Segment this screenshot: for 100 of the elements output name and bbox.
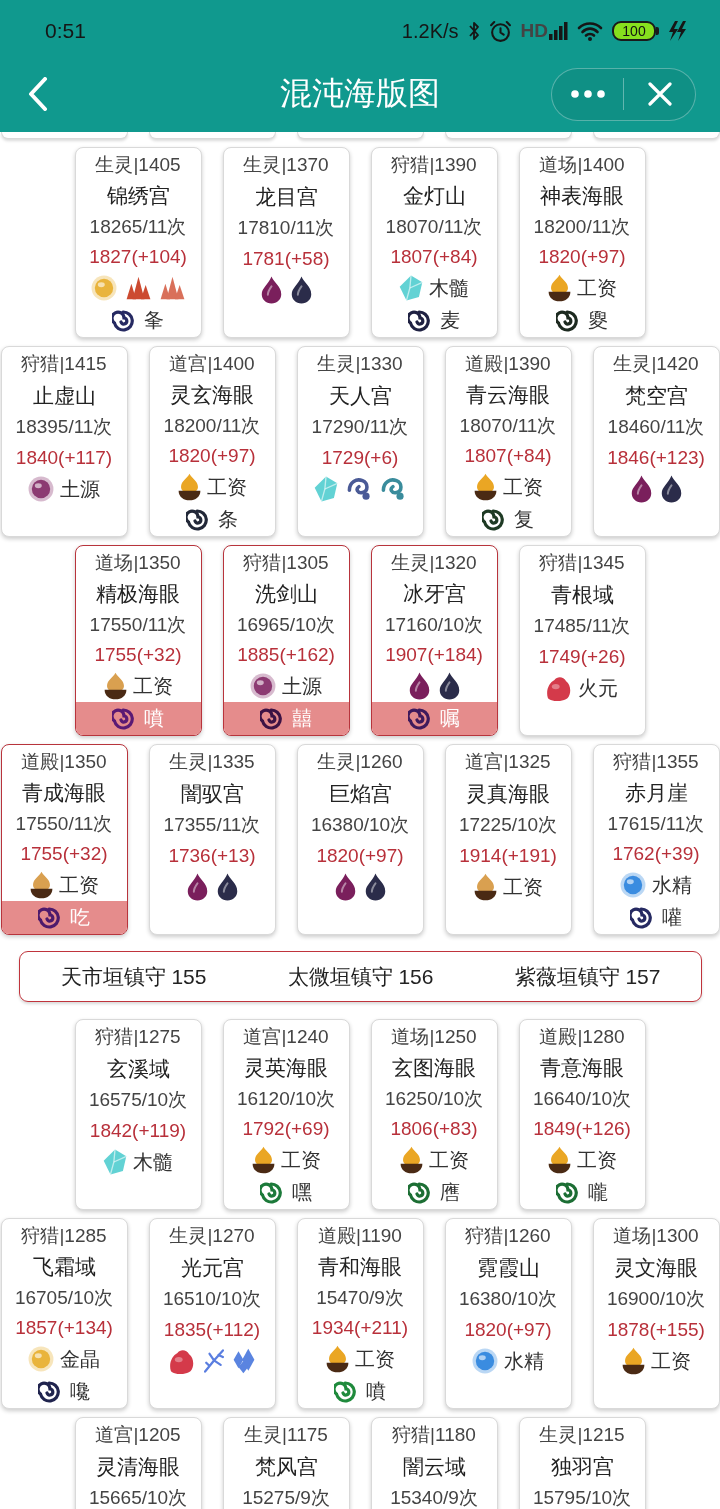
power-value: 1807(+84) <box>390 246 478 269</box>
score-count: 16510/10次 <box>162 1286 262 1311</box>
type-level-label: 狩猎|1305 <box>243 551 329 575</box>
flame-icon <box>186 873 208 901</box>
power-value: 1835(+112) <box>163 1318 261 1341</box>
reward-label: 工资 <box>576 1147 617 1173</box>
coil-icon <box>347 477 372 501</box>
score-count: 16120/10次 <box>236 1086 336 1111</box>
type-level-label: 生灵|1330 <box>317 353 403 376</box>
score-count: 17550/11次 <box>89 612 187 637</box>
type-level-label: 狩猎|1415 <box>21 353 107 376</box>
power-value: 1736(+13) <box>168 844 256 867</box>
crystal-icon <box>314 476 338 502</box>
network-speed: 1.2K/s <box>401 19 459 43</box>
score-count: 15665/10次 <box>88 1485 188 1509</box>
guard-label: 囍 <box>292 706 312 732</box>
power-value: 1842(+119) <box>89 1119 187 1142</box>
flame-bowl-icon <box>29 871 53 900</box>
crystal-icon <box>399 275 423 302</box>
banner-item: 紫薇垣镇守 157 <box>514 963 661 990</box>
power-value: 1914(+191) <box>459 844 557 867</box>
flame-bowl-icon <box>473 473 497 502</box>
power-value: 1857(+134) <box>15 1317 113 1340</box>
reward-label: 工资 <box>354 1346 395 1372</box>
region-name: 洗剑山 <box>254 580 318 607</box>
reward-label: 工资 <box>58 872 99 898</box>
orb-icon <box>91 275 117 302</box>
coil-icon <box>381 477 406 501</box>
score-count: 18460/11次 <box>607 414 705 439</box>
guard-label: 夓 <box>588 308 608 334</box>
region-name: 灵玄海眼 <box>170 381 254 408</box>
flame-bowl-icon <box>473 873 497 901</box>
type-level-label: 道宫|1205 <box>95 1424 181 1447</box>
flame-bowl-icon <box>547 1146 571 1175</box>
guard-label: 噴 <box>366 1379 386 1405</box>
reward-label: 工资 <box>502 474 543 500</box>
swirl-icon <box>112 309 134 332</box>
reward-label: 工资 <box>428 1147 469 1173</box>
type-level-label: 生灵|1260 <box>317 751 403 774</box>
region-name: 灵文海眼 <box>614 1254 698 1281</box>
guard-label: 嘱 <box>440 706 460 732</box>
charging-icon <box>668 21 686 41</box>
power-value: 1840(+117) <box>15 446 113 469</box>
score-count: 17615/11次 <box>607 811 705 836</box>
page-title: 混沌海版图 <box>280 74 440 113</box>
region-name: 独羽宫 <box>550 1453 614 1480</box>
region-name: 飞霜域 <box>32 1253 96 1280</box>
score-count: 17810/11次 <box>237 215 335 240</box>
score-count: 15470/9次 <box>316 1285 404 1310</box>
battery-indicator: 100 <box>612 21 659 41</box>
status-time: 0:51 <box>45 19 86 43</box>
score-count: 17485/11次 <box>533 613 631 638</box>
type-level-label: 狩猎|1355 <box>613 750 699 774</box>
score-count: 18265/11次 <box>89 214 187 239</box>
power-value: 1820(+97) <box>538 246 626 269</box>
power-value: 1792(+69) <box>242 1118 330 1141</box>
swirl-icon <box>334 1380 356 1403</box>
chevron-left-icon <box>28 77 48 111</box>
type-level-label: 生灵|1370 <box>243 154 329 177</box>
flame-icon <box>364 873 386 901</box>
score-count: 18395/11次 <box>15 414 113 439</box>
flame-bowl-icon <box>621 1347 645 1375</box>
flame-bowl-icon <box>547 274 571 303</box>
score-count: 18200/11次 <box>533 214 631 239</box>
lump-icon <box>169 1348 195 1374</box>
score-count: 17290/11次 <box>311 414 409 439</box>
score-count: 16900/10次 <box>606 1286 706 1311</box>
flame-icon <box>290 276 312 304</box>
type-level-label: 生灵|1320 <box>391 551 477 575</box>
type-level-label: 道宫|1400 <box>169 352 255 376</box>
type-level-label: 道殿|1390 <box>465 352 551 376</box>
reward-label: 土源 <box>60 476 100 502</box>
sprig-icon <box>204 1349 224 1373</box>
power-value: 1807(+84) <box>464 445 552 468</box>
guard-label: 嚾 <box>662 905 682 931</box>
guard-label: 夆 <box>144 308 164 334</box>
reward-label: 木髓 <box>429 275 469 301</box>
flame-icon <box>630 475 652 503</box>
power-value: 1846(+123) <box>607 446 705 469</box>
type-level-label: 狩猎|1180 <box>392 1424 476 1447</box>
score-count: 18200/11次 <box>163 413 261 438</box>
power-value: 1820(+97) <box>168 445 256 468</box>
region-name: 灵真海眼 <box>466 780 550 807</box>
region-name: 巨焰宫 <box>328 780 392 807</box>
region-name: 冰牙宫 <box>402 580 466 607</box>
type-level-label: 生灵|1420 <box>613 353 699 376</box>
shard-pile-icon <box>126 276 151 301</box>
type-level-label: 狩猎|1285 <box>21 1224 107 1248</box>
type-level-label: 道殿|1280 <box>539 1025 625 1049</box>
score-count: 17225/10次 <box>458 812 558 837</box>
region-name: 锦绣宫 <box>106 182 170 209</box>
region-name: 灵英海眼 <box>244 1054 328 1081</box>
flame-bowl-icon <box>177 473 201 502</box>
orb-icon <box>28 476 54 502</box>
region-name: 金灯山 <box>402 182 466 209</box>
reward-label: 工资 <box>206 474 247 500</box>
back-button[interactable] <box>28 77 48 111</box>
region-name: 闇云域 <box>402 1453 466 1480</box>
orb-icon <box>620 872 646 899</box>
guard-label: 噴 <box>144 706 164 732</box>
